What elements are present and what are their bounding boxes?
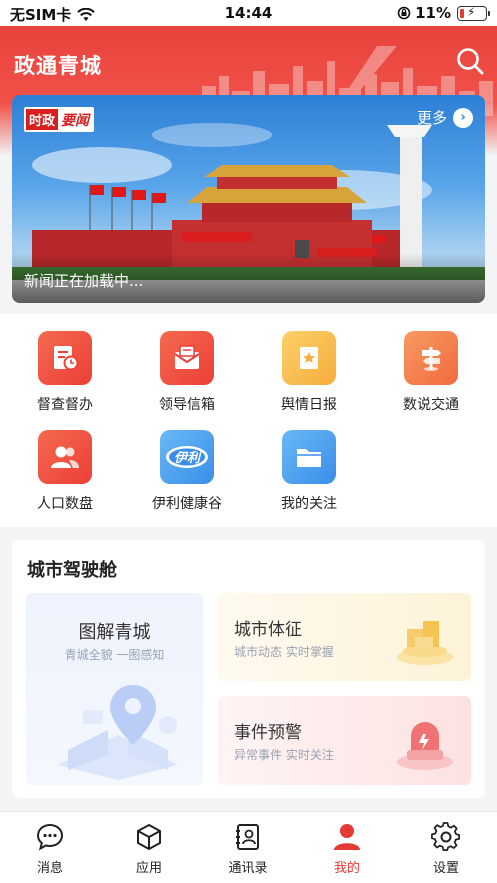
tab-apps[interactable]: 应用 [109, 822, 189, 876]
yili-logo-icon: 伊利 [160, 430, 214, 484]
tab-label: 应用 [135, 861, 162, 876]
tab-label: 我的 [333, 861, 360, 876]
orientation-lock-icon [397, 6, 411, 20]
cube-icon [137, 824, 161, 850]
grid-label: 伊利健康谷 [152, 496, 222, 512]
tab-settings[interactable]: 设置 [406, 822, 486, 876]
banner-caption-text: 新闻正在加载中... [24, 272, 144, 290]
news-banner[interactable]: 时政 要闻 更多 › 新闻正在加载中... [12, 95, 485, 303]
grid-item-mailbox[interactable]: 领导信箱 [132, 331, 242, 414]
grid-item-traffic[interactable]: 数说交通 [376, 331, 486, 414]
badge-part1: 时政 [26, 109, 59, 130]
battery-icon: ⚡ [457, 5, 490, 21]
mailbox-icon [160, 331, 214, 385]
svg-text:伊利: 伊利 [174, 450, 202, 466]
status-bar: 无SIM卡 14:44 11% ⚡ [0, 0, 497, 26]
app-title: 政通青城 [14, 54, 102, 78]
search-icon [457, 48, 484, 75]
folder-icon [282, 430, 336, 484]
grid-label: 我的关注 [281, 496, 337, 512]
city-vitals-card[interactable]: 城市体征 城市动态 实时掌握 [218, 593, 471, 681]
chat-icon [36, 823, 64, 851]
grid-label: 数说交通 [403, 397, 459, 413]
grid-label: 督查督办 [37, 397, 93, 413]
tab-label: 设置 [432, 861, 459, 876]
alarm-light-icon [397, 722, 453, 770]
event-alert-title: 事件预警 [234, 723, 302, 743]
tab-messages[interactable]: 消息 [10, 822, 90, 876]
more-label: 更多 [416, 109, 447, 127]
grid-item-sentiment-report[interactable]: 舆情日报 [254, 331, 364, 414]
city-map-subtitle: 青城全貌 一图感知 [64, 648, 165, 662]
event-alert-card[interactable]: 事件预警 异常事件 实时关注 [218, 696, 471, 785]
contacts-icon [236, 824, 259, 850]
search-button[interactable] [455, 46, 485, 76]
map-pin-illustration-icon [58, 685, 178, 780]
report-star-icon [282, 331, 336, 385]
event-alert-subtitle: 异常事件 实时关注 [234, 748, 334, 762]
app-grid: 督查督办 领导信箱 舆情日报 数说交通 人口数盘 伊利 伊利健康谷 我的关注 [0, 314, 497, 527]
bottom-tab-bar: 消息 应用 通讯录 我的 设置 [0, 811, 497, 883]
signpost-icon [404, 331, 458, 385]
grid-label: 人口数盘 [37, 496, 93, 512]
badge-part2: 要闻 [61, 112, 90, 129]
user-icon [334, 824, 360, 850]
people-icon [38, 430, 92, 484]
gold-blocks-icon [397, 621, 453, 665]
city-vitals-subtitle: 城市动态 实时掌握 [234, 645, 334, 659]
tab-contacts[interactable]: 通讯录 [208, 822, 288, 876]
city-map-card[interactable]: 图解青城 青城全貌 一图感知 [26, 593, 203, 785]
tab-me[interactable]: 我的 [307, 822, 387, 876]
city-vitals-title: 城市体征 [234, 620, 302, 640]
battery-percent: 11% [415, 4, 451, 22]
grid-label: 领导信箱 [159, 397, 215, 413]
chevron-right-icon: › [453, 107, 473, 128]
checklist-clock-icon [38, 331, 92, 385]
city-map-title: 图解青城 [78, 622, 151, 643]
grid-item-my-follow[interactable]: 我的关注 [254, 430, 364, 513]
grid-label: 舆情日报 [281, 397, 337, 413]
news-badge: 时政 要闻 [24, 107, 95, 132]
tab-label: 通讯录 [228, 861, 268, 876]
grid-item-yili-health[interactable]: 伊利 伊利健康谷 [132, 430, 242, 513]
more-link[interactable]: 更多 › [417, 107, 473, 128]
grid-item-population[interactable]: 人口数盘 [10, 430, 120, 513]
gear-icon [431, 822, 461, 851]
cockpit-title: 城市驾驶舱 [27, 560, 117, 581]
banner-caption: 新闻正在加载中... [12, 253, 485, 303]
tab-label: 消息 [36, 861, 63, 876]
grid-item-supervision[interactable]: 督查督办 [10, 331, 120, 414]
city-cockpit-panel: 城市驾驶舱 图解青城 青城全貌 一图感知 城市体征 城市动态 实时掌握 事件预警… [12, 540, 485, 798]
